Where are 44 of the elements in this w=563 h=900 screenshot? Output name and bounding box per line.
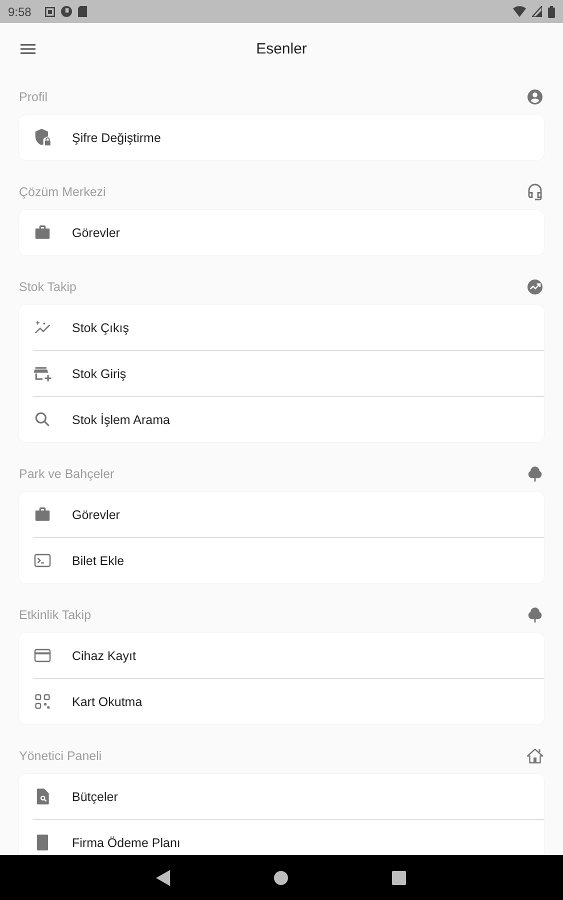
section-title: Etkinlik Takip (19, 608, 92, 622)
back-icon (156, 870, 170, 886)
section-title: Yönetici Paneli (19, 749, 102, 763)
credit-card-icon (33, 646, 52, 665)
home-icon (274, 870, 288, 884)
wifi-icon (513, 6, 526, 17)
tree-icon (526, 465, 544, 483)
status-time: 9:58 (8, 4, 32, 18)
briefcase-icon (33, 505, 52, 524)
section-title: Stok Takip (19, 280, 76, 294)
menu-item[interactable]: Cihaz Kayıt (33, 633, 544, 678)
briefcase-icon (33, 223, 52, 242)
section-title: Çözüm Merkezi (19, 185, 106, 199)
store-plus-icon (33, 364, 52, 383)
notification-icon (61, 6, 72, 17)
menu-item[interactable]: Bütçeler (33, 774, 544, 819)
terminal-icon (33, 551, 52, 570)
account-icon (526, 88, 544, 106)
sd-card-icon (78, 6, 88, 17)
menu-item[interactable]: Stok Çıkış (33, 305, 544, 350)
menu-item[interactable]: Görevler (33, 210, 544, 255)
recents-button[interactable] (392, 870, 406, 884)
menu-item[interactable]: Görevler (33, 492, 544, 537)
recents-icon (392, 870, 406, 884)
section-title: Park ve Bahçeler (19, 467, 114, 481)
search-icon (33, 410, 52, 429)
back-button[interactable] (156, 870, 170, 886)
tree-icon (526, 606, 544, 624)
notification-icon (45, 6, 56, 16)
menu-item[interactable]: Stok Giriş (33, 350, 544, 396)
menu-item[interactable]: Bilet Ekle (33, 537, 544, 583)
home-button[interactable] (274, 870, 288, 884)
menu-item[interactable]: Kart Okutma (33, 678, 544, 724)
menu-item[interactable]: Şifre Değiştirme (33, 115, 544, 160)
house-icon (526, 747, 544, 765)
battery-icon (548, 6, 555, 18)
section-title: Profil (19, 90, 48, 104)
page-title: Esenler (256, 40, 307, 58)
headset-icon (526, 183, 544, 201)
menu-item[interactable]: Stok İşlem Arama (33, 396, 544, 442)
signal-icon (532, 6, 542, 17)
trend-icon (526, 278, 544, 296)
qr-icon (33, 692, 52, 711)
shield-lock-icon (33, 128, 52, 147)
